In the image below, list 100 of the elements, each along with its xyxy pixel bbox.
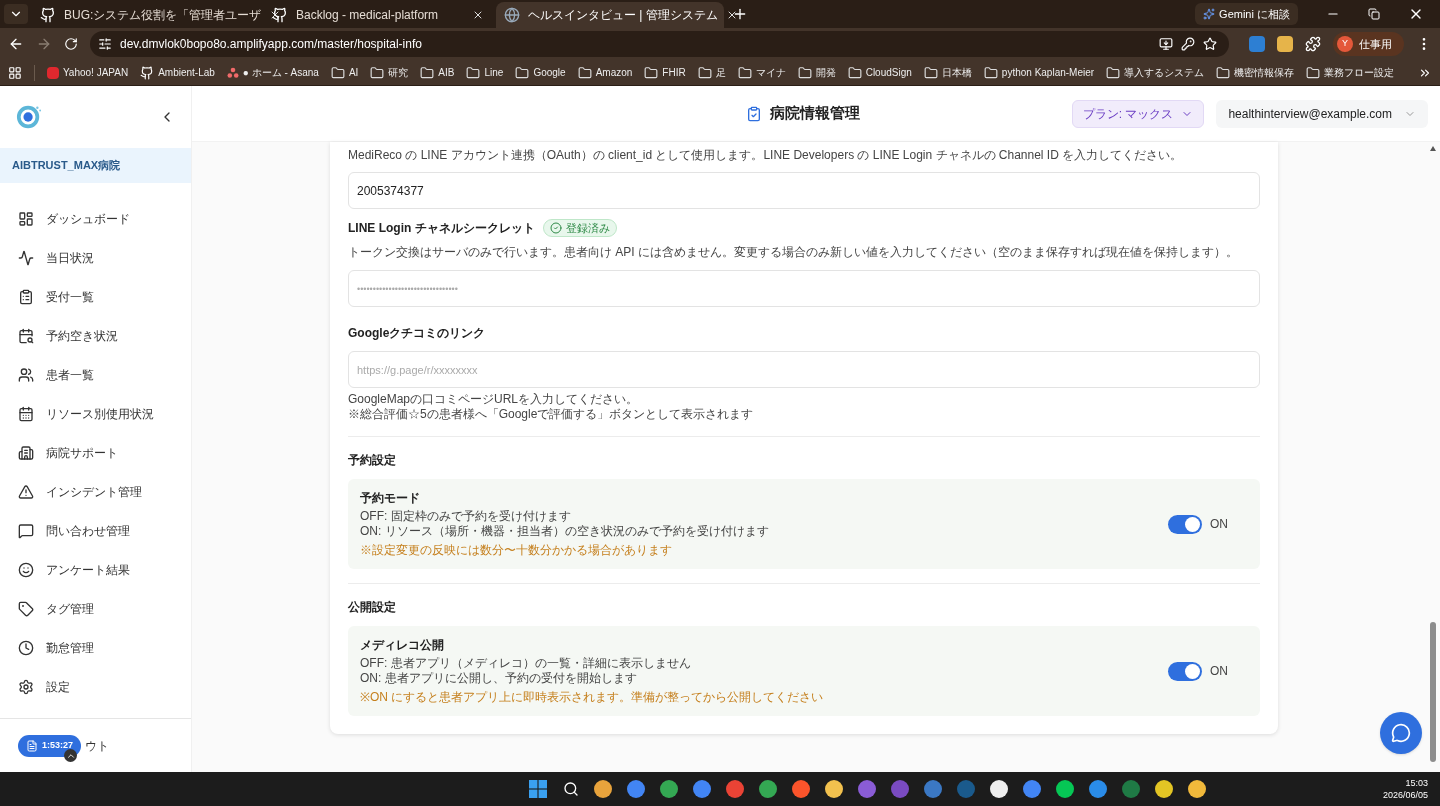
reload-icon[interactable] — [64, 37, 78, 51]
gemini-button[interactable]: Gemini に相談 — [1195, 3, 1298, 25]
bookmark[interactable]: マイナ — [737, 65, 786, 80]
app-icon[interactable] — [1056, 780, 1074, 798]
search-icon[interactable] — [563, 781, 579, 797]
apps-icon[interactable] — [8, 65, 22, 80]
help-text: ※総合評価☆5の患者様へ「Googleで評価する」ボタンとして表示されます — [348, 407, 755, 422]
close-icon[interactable] — [472, 9, 484, 21]
chat-button[interactable] — [1380, 712, 1422, 754]
building-icon — [18, 444, 34, 461]
extension-icon[interactable] — [1277, 36, 1293, 52]
bookmark[interactable]: 業務フロー設定 — [1306, 65, 1395, 80]
sparkle-icon — [1203, 8, 1216, 20]
app-icon[interactable] — [660, 780, 678, 798]
nav-item[interactable]: 問い合わせ管理 — [0, 511, 191, 550]
bookmark-label: 導入するシステム — [1124, 66, 1205, 80]
url-field[interactable]: https://g.page/r/xxxxxxxx — [348, 351, 1260, 388]
back-icon[interactable] — [8, 36, 24, 52]
nav-item[interactable]: 設定 — [0, 667, 191, 706]
bookmark[interactable]: 日本橋 — [923, 65, 972, 80]
app-icon[interactable] — [1188, 780, 1206, 798]
address-bar[interactable]: dev.dmvlok0bopo8o.amplifyapp.com/master/hospital-info — [90, 31, 1229, 57]
nav-item[interactable]: アンケート結果 — [0, 550, 191, 589]
profile-button[interactable]: Y 仕事用 — [1333, 32, 1404, 56]
bookmark[interactable]: FHIR — [644, 65, 686, 80]
bookmark[interactable]: 導入するシステム — [1106, 65, 1205, 80]
url-text: dev.dmvlok0bopo8o.amplifyapp.com/master/hospital-info — [120, 36, 423, 53]
app-icon[interactable] — [1155, 780, 1173, 798]
bookmark[interactable]: CloudSign — [847, 65, 912, 80]
recording-badge[interactable]: 1:53:27 — [18, 734, 82, 757]
bookmark[interactable]: 足 — [697, 65, 726, 80]
bookmark[interactable]: AI — [330, 65, 359, 80]
bookmark[interactable]: ● ホーム - Asana — [226, 65, 319, 80]
nav-item[interactable]: 患者一覧 — [0, 355, 191, 394]
logo-icon — [16, 104, 42, 130]
bookmark-star-icon[interactable] — [1203, 37, 1217, 51]
yahoo-icon — [46, 66, 59, 79]
app-icon[interactable] — [594, 780, 612, 798]
bookmark-label: 開発 — [815, 66, 836, 80]
nav-item[interactable]: 受付一覧 — [0, 277, 191, 316]
toggle-switch[interactable] — [1168, 514, 1202, 534]
scroll-up-icon[interactable] — [1430, 146, 1436, 151]
key-icon[interactable] — [1181, 37, 1195, 51]
restore-icon[interactable] — [1368, 8, 1380, 20]
nav-item[interactable]: 当日状況 — [0, 238, 191, 277]
folder-icon — [577, 65, 592, 80]
forward-icon[interactable] — [36, 36, 52, 52]
nav-item[interactable]: 病院サポート — [0, 433, 191, 472]
bookmark[interactable]: Yahoo! JAPAN — [46, 65, 129, 80]
app-icon[interactable] — [759, 780, 777, 798]
bookmark[interactable]: python Kaplan-Meier — [983, 65, 1095, 80]
field-label: Googleクチコミのリンク — [348, 325, 487, 342]
account-dropdown[interactable]: healthinterview@example.com — [1216, 99, 1428, 128]
browser-tab[interactable]: Backlog - medical-platform — [264, 2, 492, 28]
bookmark[interactable]: Line — [466, 65, 504, 80]
extensions-icon[interactable] — [1305, 36, 1321, 52]
profile-label: 仕事用 — [1359, 36, 1392, 52]
logout-label[interactable]: ウト — [85, 736, 110, 755]
bookmark[interactable]: 機密情報保存 — [1216, 65, 1295, 80]
setting-title: メディレコ公開 — [360, 637, 445, 654]
toggle-switch[interactable] — [1168, 661, 1202, 681]
install-icon[interactable] — [1159, 37, 1173, 51]
nav-item[interactable]: インシデント管理 — [0, 472, 191, 511]
plan-dropdown[interactable]: プラン: マックス — [1071, 99, 1205, 128]
folder-icon — [737, 65, 752, 80]
setting-description: ON: 患者アプリに公開し、予約の受付を開始します — [360, 671, 638, 686]
bookmark[interactable]: 研究 — [370, 65, 409, 80]
setting-description: ON: リソース（場所・機器・担当者）の空き状況のみで予約を受け付けます — [360, 524, 770, 539]
bookmark[interactable]: Google — [515, 65, 566, 80]
bookmark[interactable]: Ambient-Lab — [140, 65, 215, 80]
nav-item[interactable]: ダッシュボード — [0, 199, 191, 238]
folder-icon — [797, 65, 812, 80]
bookmark[interactable]: Amazon — [577, 65, 633, 80]
input-field[interactable]: 2005374377 — [348, 172, 1260, 209]
avatar: Y — [1337, 36, 1353, 52]
nav-item[interactable]: 予約空き状況 — [0, 316, 191, 355]
setting-note: ※設定変更の反映には数分〜十数分かかる場合があります — [360, 542, 673, 559]
bookmark[interactable]: 開発 — [797, 65, 836, 80]
start-icon[interactable] — [529, 780, 547, 798]
nav-item[interactable]: タグ管理 — [0, 589, 191, 628]
folder-icon — [847, 65, 862, 80]
bookmark[interactable]: AIB — [420, 65, 455, 80]
folder-icon — [644, 65, 659, 80]
app-icon[interactable] — [990, 780, 1008, 798]
nav-item[interactable]: 勤怠管理 — [0, 628, 191, 667]
new-tab-icon[interactable] — [732, 6, 748, 22]
browser-tab[interactable]: BUG:システム役割を「管理者ユーザ — [32, 2, 260, 28]
site-settings-icon[interactable] — [98, 37, 112, 51]
password-field[interactable]: •••••••••••••••••••••••••••••••• — [348, 270, 1260, 307]
help-text: GoogleMapの口コミページURLを入力してください。 — [348, 392, 640, 407]
page-title: 病院情報管理 — [769, 103, 860, 124]
users-icon — [18, 366, 34, 383]
folder-icon — [370, 65, 385, 80]
nav-item[interactable]: リソース別使用状況 — [0, 394, 191, 433]
app-icon[interactable] — [825, 780, 843, 798]
toggle-state: ON — [1210, 663, 1228, 680]
tab-list-button[interactable] — [4, 4, 28, 24]
bookmark-label: 業務フロー設定 — [1324, 66, 1395, 80]
asana-icon — [226, 66, 239, 79]
folder-icon — [1306, 65, 1321, 80]
